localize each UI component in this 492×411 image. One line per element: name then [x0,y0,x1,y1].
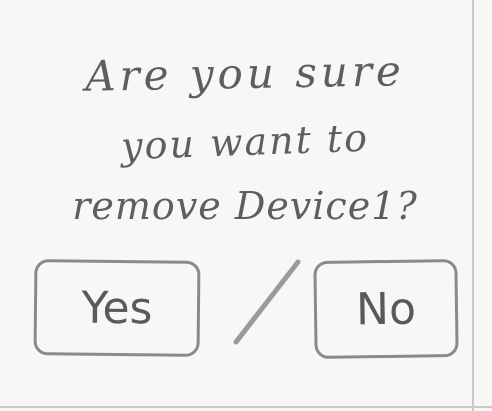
no-button[interactable]: No [313,258,459,360]
yes-button[interactable]: Yes [33,259,201,357]
button-separator-slash: / [233,259,301,345]
message-line-2: you want to [120,115,370,169]
message-line-1: Are you sure [84,46,406,101]
message-line-3: remove Device1? [72,184,418,228]
no-button-label: No [355,283,417,335]
confirm-remove-dialog: Are you sure you want to remove Device1?… [0,0,492,411]
confirmation-message: Are you sure you want to remove Device1? [40,40,450,240]
yes-button-label: Yes [81,282,153,334]
